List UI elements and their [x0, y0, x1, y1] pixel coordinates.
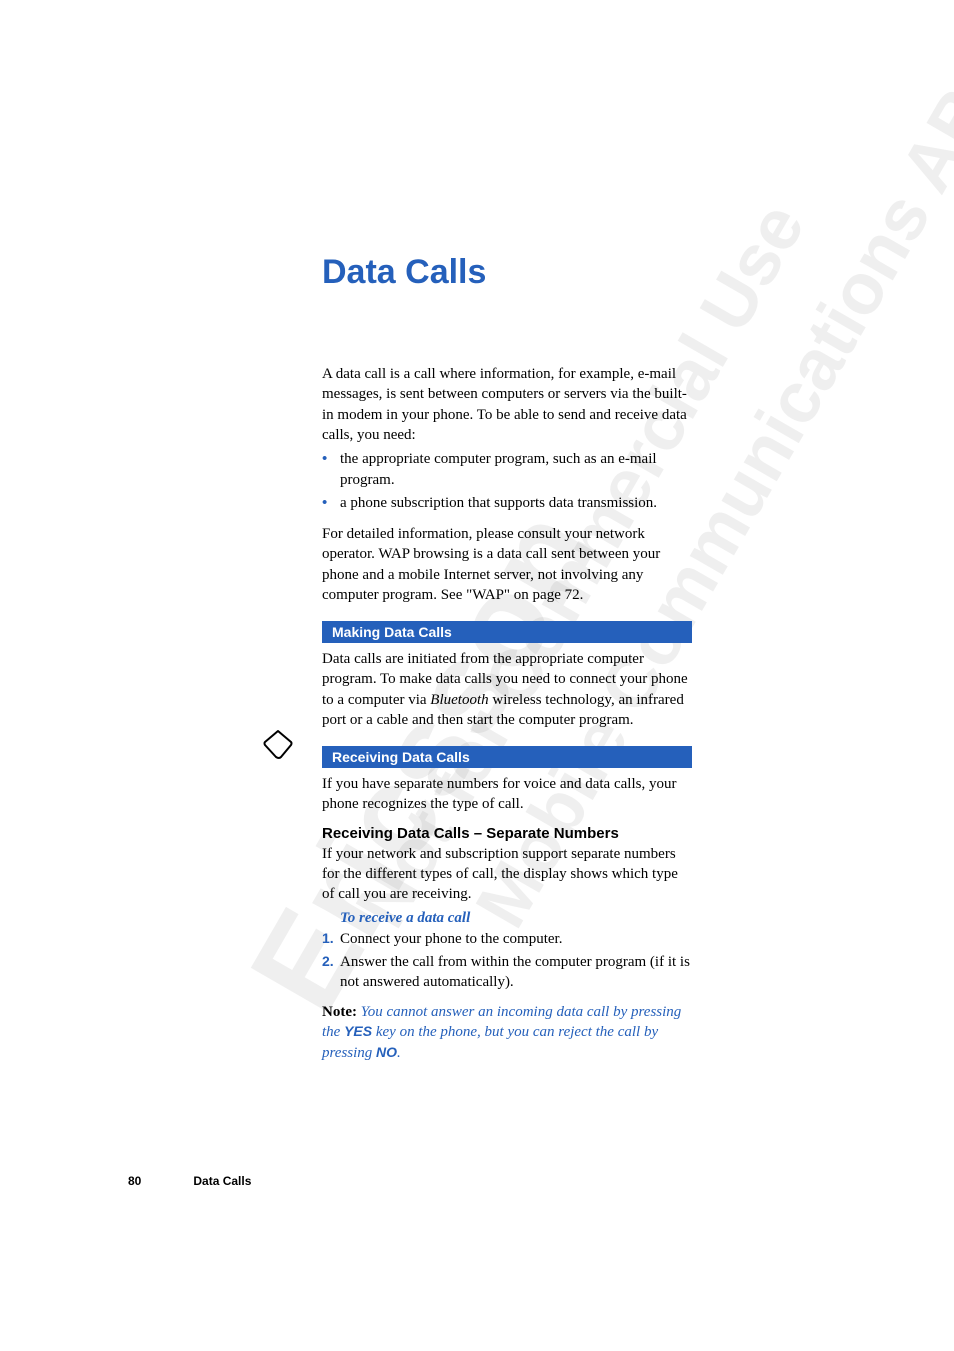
section-heading-label: Receiving Data Calls — [330, 749, 470, 765]
bullet-text: a phone subscription that supports data … — [340, 493, 692, 514]
bullet-item: • a phone subscription that supports dat… — [322, 493, 692, 514]
page-root: Ericsson Not for Commercial Use Mobile C… — [0, 0, 954, 1351]
page-footer: 80 Data Calls — [128, 1174, 251, 1188]
step-text: Answer the call from within the computer… — [340, 952, 692, 993]
subheading-separate-numbers: Receiving Data Calls – Separate Numbers — [322, 825, 692, 842]
intro-paragraph: A data call is a call where information,… — [322, 364, 692, 445]
no-key: NO — [376, 1044, 397, 1060]
note-label: Note: — [322, 1004, 357, 1020]
diamond-outline-icon — [262, 728, 294, 760]
footer-chapter-title: Data Calls — [193, 1174, 251, 1188]
section-heading-label: Making Data Calls — [330, 624, 452, 640]
step-item: 1. Connect your phone to the computer. — [322, 929, 692, 949]
step-number: 2. — [322, 952, 340, 993]
section-heading-making: Making Data Calls — [322, 621, 692, 643]
bluetooth-italic: Bluetooth — [430, 692, 488, 708]
bullet-icon: • — [322, 493, 340, 514]
separate-numbers-paragraph: If your network and subscription support… — [322, 844, 692, 905]
bullet-text: the appropriate computer program, such a… — [340, 449, 692, 491]
step-number: 1. — [322, 929, 340, 949]
bullet-item: • the appropriate computer program, such… — [322, 449, 692, 491]
receiving-paragraph: If you have separate numbers for voice a… — [322, 774, 692, 815]
note-body-fragment: key on the phone, but you can reject the… — [322, 1024, 658, 1060]
making-paragraph: Data calls are initiated from the approp… — [322, 649, 692, 730]
yes-key: YES — [344, 1023, 372, 1039]
step-text: Connect your phone to the computer. — [340, 929, 692, 949]
page-number: 80 — [128, 1174, 141, 1188]
step-item: 2. Answer the call from within the compu… — [322, 952, 692, 993]
chapter-title: Data Calls — [322, 253, 692, 292]
note-body-fragment: . — [397, 1045, 401, 1061]
margin-note-icon — [262, 728, 294, 760]
content-column: Data Calls A data call is a call where i… — [322, 253, 692, 1063]
procedure-title: To receive a data call — [340, 910, 692, 927]
bullet-icon: • — [322, 449, 340, 491]
intro-paragraph-2: For detailed information, please consult… — [322, 524, 692, 605]
section-heading-receiving: Receiving Data Calls — [322, 746, 692, 768]
note-block: Note: You cannot answer an incoming data… — [322, 1002, 692, 1063]
